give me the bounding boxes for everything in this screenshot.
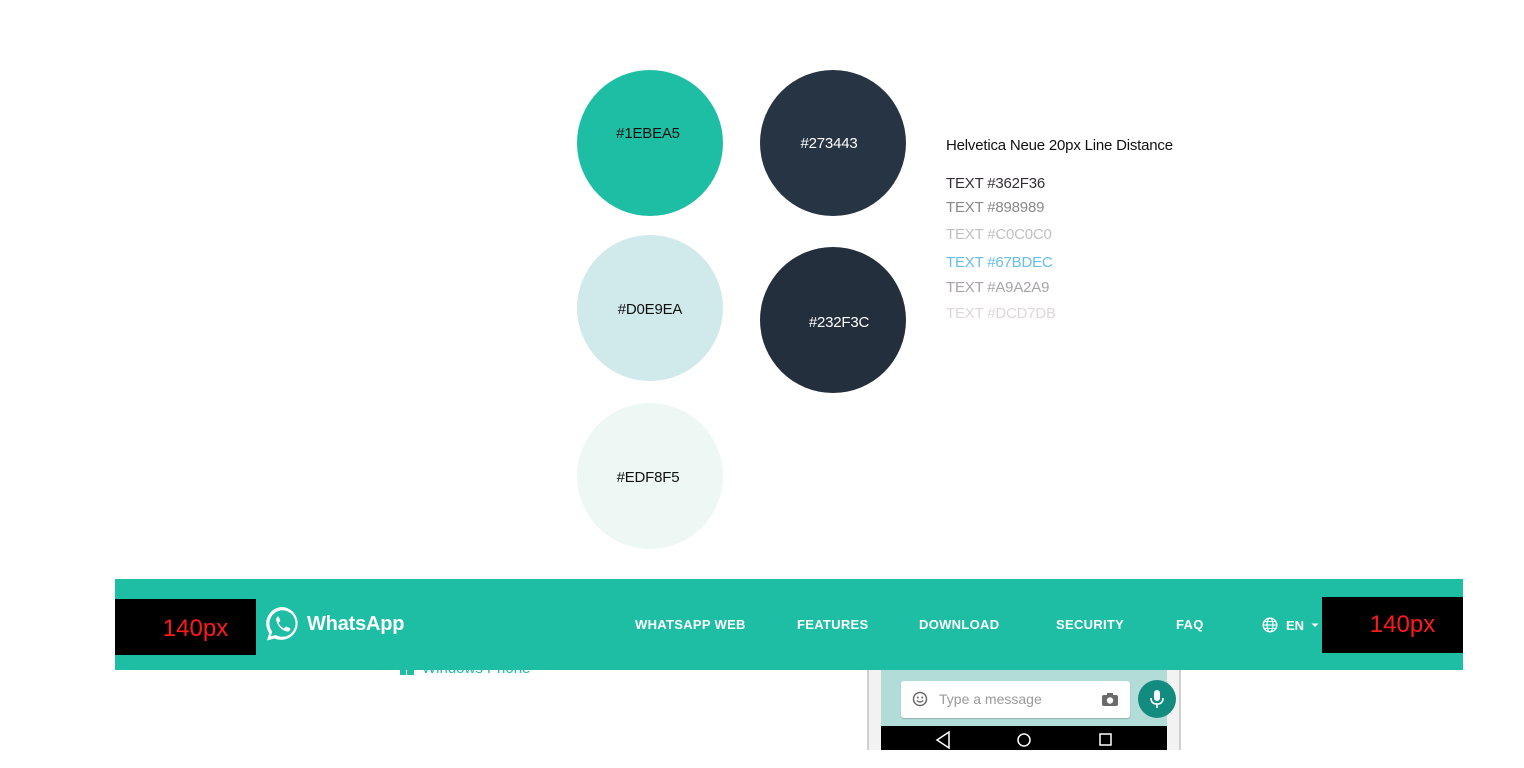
text-sample-a9a2a9: TEXT #A9A2A9 [946, 279, 1050, 296]
home-icon [1017, 733, 1031, 747]
caret-down-icon [1311, 623, 1319, 627]
color-swatch-edf8f5: #EDF8F5 [577, 403, 723, 549]
language-label: EN [1286, 617, 1305, 633]
back-icon [935, 730, 950, 750]
typography-heading: Helvetica Neue 20px Line Distance [946, 137, 1173, 154]
swatch-label: #1EBEA5 [616, 124, 680, 142]
swatch-label: #EDF8F5 [616, 468, 680, 486]
text-sample-898989: TEXT #898989 [946, 199, 1045, 216]
right-spacer-label: 140px [1369, 611, 1436, 638]
nav-link-features[interactable]: FEATURES [797, 579, 869, 670]
text-sample-362f36: TEXT #362F36 [946, 175, 1046, 192]
color-swatch-d0e9ea: #D0E9EA [577, 235, 723, 381]
nav-link-security[interactable]: SECURITY [1056, 579, 1124, 670]
language-selector[interactable]: EN [1262, 616, 1320, 634]
nav-link-whatsapp-web[interactable]: WHATSAPP WEB [635, 579, 746, 670]
right-spacer-marker: 140px [1322, 597, 1463, 653]
color-swatch-273443: #273443 [760, 70, 906, 216]
swatch-label: #232F3C [808, 313, 870, 331]
nav-link-download[interactable]: DOWNLOAD [919, 579, 999, 670]
phone-nav-buttons [935, 730, 1112, 750]
color-swatch-232f3c: #232F3C [760, 247, 906, 393]
microphone-icon [1150, 690, 1164, 708]
smiley-icon[interactable] [912, 691, 928, 707]
brand-logo[interactable]: WhatsApp [264, 605, 404, 643]
recents-icon [1099, 733, 1112, 746]
nav-link-faq[interactable]: FAQ [1176, 579, 1204, 670]
globe-icon [1262, 617, 1278, 633]
left-spacer-marker: 140px [115, 599, 256, 655]
camera-icon[interactable] [1101, 692, 1119, 707]
brand-name: WhatsApp [307, 612, 405, 635]
text-sample-c0c0c0: TEXT #C0C0C0 [946, 226, 1052, 243]
message-placeholder: Type a message [939, 691, 1042, 707]
microphone-button[interactable] [1138, 680, 1176, 718]
whatsapp-logo-icon [266, 606, 298, 641]
swatch-label: #273443 [800, 134, 858, 152]
navigation-bar: 140px WhatsApp WHATSAPP WEB FEATURES DOW… [115, 579, 1463, 670]
swatch-label: #D0E9EA [617, 300, 683, 318]
color-swatch-1ebea5: #1EBEA5 [577, 70, 723, 216]
text-sample-67bdec: TEXT #67BDEC [946, 254, 1053, 271]
left-spacer-label: 140px [162, 615, 229, 642]
text-sample-dcd7db: TEXT #DCD7DB [946, 305, 1056, 322]
message-input[interactable]: Type a message [901, 681, 1130, 718]
phone-navigation-bar [881, 726, 1167, 750]
